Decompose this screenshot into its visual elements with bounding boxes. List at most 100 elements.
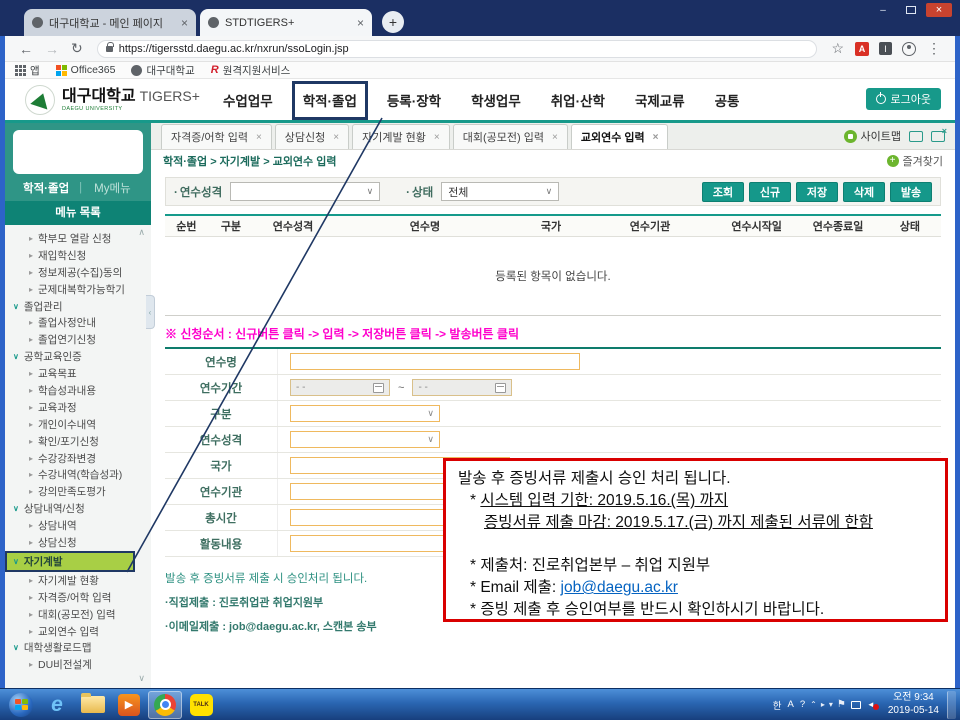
save-button[interactable]: 저장 bbox=[796, 182, 838, 202]
sidebar-item-external-training[interactable]: 교외연수 입력 bbox=[5, 623, 151, 640]
sidebar-group-engineering-cert[interactable]: 공학교육인증 bbox=[5, 348, 151, 365]
send-button[interactable]: 발송 bbox=[890, 182, 932, 202]
tab-close-icon[interactable] bbox=[357, 16, 364, 30]
sidebar-item-learning-outcome[interactable]: 학습성과내용 bbox=[5, 382, 151, 399]
network-icon[interactable] bbox=[851, 701, 861, 709]
sidebar-item-info-consent[interactable]: 정보제공(수집)동의 bbox=[5, 264, 151, 281]
activity-input[interactable] bbox=[290, 535, 465, 552]
nav-item-registration-scholarship[interactable]: 등록·장학 bbox=[387, 90, 441, 110]
nav-item-common[interactable]: 공통 bbox=[715, 90, 740, 110]
sidebar-group-campus-roadmap[interactable]: 대학생활로드맵 bbox=[5, 639, 151, 656]
nature-select[interactable] bbox=[290, 431, 440, 448]
training-nature-select[interactable] bbox=[230, 182, 380, 201]
close-icon[interactable] bbox=[653, 132, 659, 143]
new-tab-button[interactable] bbox=[382, 11, 404, 33]
workspace-tab-license[interactable]: 자격증/어학 입력 bbox=[161, 124, 272, 149]
category-select[interactable] bbox=[290, 405, 440, 422]
nav-item-records-graduation[interactable]: 학적·졸업 bbox=[303, 90, 357, 110]
workspace-tab-external-training[interactable]: 교외연수 입력 bbox=[571, 124, 669, 149]
sidebar-item-counsel-history[interactable]: 상담내역 bbox=[5, 517, 151, 534]
taskbar-kakaotalk[interactable]: TALK bbox=[184, 691, 218, 719]
bookmark-office365[interactable]: Office365 bbox=[56, 64, 116, 76]
taskbar-ie[interactable] bbox=[40, 691, 74, 719]
profile-icon[interactable] bbox=[902, 42, 916, 56]
close-icon[interactable] bbox=[552, 132, 558, 143]
workspace-tab-selfdev-status[interactable]: 자기계발 현황 bbox=[352, 124, 450, 149]
bookmark-remote-support[interactable]: 원격지원서비스 bbox=[211, 63, 291, 78]
scroll-up-icon[interactable] bbox=[138, 227, 145, 238]
back-icon[interactable] bbox=[19, 41, 33, 57]
taskbar-media-player[interactable] bbox=[112, 691, 146, 719]
nav-item-international[interactable]: 국제교류 bbox=[635, 90, 685, 110]
sidebar-item-license-language[interactable]: 자격증/어학 입력 bbox=[5, 589, 151, 606]
start-button[interactable] bbox=[4, 691, 38, 719]
sitemap-label[interactable]: 사이트맵 bbox=[861, 128, 901, 144]
minimize-button[interactable] bbox=[870, 3, 896, 17]
scroll-down-icon[interactable] bbox=[138, 673, 145, 684]
sidebar-collapse-handle[interactable] bbox=[146, 295, 155, 329]
reload-icon[interactable] bbox=[71, 40, 83, 57]
sidebar-tab-records[interactable]: 학적·졸업 bbox=[13, 180, 79, 196]
status-select[interactable]: 전체 bbox=[441, 182, 559, 201]
close-button[interactable] bbox=[926, 3, 952, 17]
tray-expand-icon[interactable] bbox=[810, 700, 817, 709]
nav-item-classwork[interactable]: 수업업무 bbox=[223, 90, 273, 110]
ime-korean-indicator[interactable]: 한 bbox=[773, 698, 782, 712]
sidebar-item-military-return[interactable]: 군제대복학가능학기 bbox=[5, 281, 151, 298]
end-date-input[interactable]: - - bbox=[412, 379, 512, 396]
maximize-button[interactable] bbox=[898, 3, 924, 17]
institution-input[interactable] bbox=[290, 483, 465, 500]
sidebar-item-course-history[interactable]: 수강내역(학습성과) bbox=[5, 466, 151, 483]
ime-mode-indicator[interactable]: A bbox=[788, 699, 794, 710]
sidebar-item-counsel-apply[interactable]: 상담신청 bbox=[5, 534, 151, 551]
search-button[interactable]: 조회 bbox=[702, 182, 744, 202]
sidebar-item-curriculum[interactable]: 교육과정 bbox=[5, 399, 151, 416]
nav-item-student-affairs[interactable]: 학생업무 bbox=[471, 90, 521, 110]
tab-close-icon[interactable] bbox=[181, 16, 188, 30]
email-link[interactable]: job@daegu.ac.kr bbox=[561, 579, 678, 596]
sidebar-group-graduation[interactable]: 졸업관리 bbox=[5, 298, 151, 315]
training-name-input[interactable] bbox=[290, 353, 580, 370]
sidebar-item-grad-review[interactable]: 졸업사정안내 bbox=[5, 314, 151, 331]
sidebar-group-self-development[interactable]: 자기계발 bbox=[5, 551, 135, 572]
workspace-tab-contest[interactable]: 대회(공모전) 입력 bbox=[453, 124, 568, 149]
workspace-tab-counsel[interactable]: 상담신청 bbox=[275, 124, 349, 149]
total-hours-input[interactable] bbox=[290, 509, 465, 526]
menu-dots-icon[interactable] bbox=[927, 40, 941, 57]
sidebar-item-edu-goal[interactable]: 교육목표 bbox=[5, 365, 151, 382]
sidebar-item-contest-entry[interactable]: 대회(공모전) 입력 bbox=[5, 606, 151, 623]
tray-play-icon[interactable] bbox=[821, 700, 825, 709]
start-date-input[interactable]: - - bbox=[290, 379, 390, 396]
sidebar-item-readmission[interactable]: 재입학신청 bbox=[5, 247, 151, 264]
sidebar-item-self-dev-status[interactable]: 자기계발 현황 bbox=[5, 572, 151, 589]
bookmark-daegu[interactable]: 대구대학교 bbox=[131, 63, 194, 78]
sidebar-item-lecture-satisfaction[interactable]: 강의만족도평가 bbox=[5, 483, 151, 500]
new-button[interactable]: 신규 bbox=[749, 182, 791, 202]
close-all-windows-icon[interactable] bbox=[931, 131, 945, 142]
taskbar-chrome[interactable] bbox=[148, 691, 182, 719]
sidebar-group-counseling[interactable]: 상담내역/신청 bbox=[5, 500, 151, 517]
browser-tab-daegu-main[interactable]: 대구대학교 - 메인 페이지 bbox=[24, 9, 196, 36]
extension-icon[interactable] bbox=[879, 42, 892, 55]
bookmark-star-icon[interactable] bbox=[831, 40, 844, 57]
taskbar-explorer[interactable] bbox=[76, 691, 110, 719]
sidebar-item-grad-delay[interactable]: 졸업연기신청 bbox=[5, 331, 151, 348]
close-icon[interactable] bbox=[434, 132, 440, 143]
sidebar-item-parent-view[interactable]: 학부모 열람 신청 bbox=[5, 230, 151, 247]
university-logo[interactable]: 대구대학교TIGERS+ DAEGU UNIVERSITY bbox=[5, 85, 205, 115]
close-icon[interactable] bbox=[256, 132, 262, 143]
window-icon[interactable] bbox=[909, 131, 923, 142]
sidebar-item-du-vision[interactable]: DU비전설계 bbox=[5, 656, 151, 673]
sidebar-item-personal-history[interactable]: 개인이수내역 bbox=[5, 416, 151, 433]
sidebar-tab-mymenu[interactable]: My메뉴 bbox=[82, 180, 143, 196]
show-desktop-button[interactable] bbox=[947, 691, 956, 719]
bookmark-apps[interactable]: 앱 bbox=[15, 63, 40, 78]
pdf-extension-icon[interactable] bbox=[855, 42, 869, 56]
logout-button[interactable]: 로그아웃 bbox=[866, 88, 941, 110]
speaker-muted-icon[interactable] bbox=[867, 700, 877, 709]
address-bar[interactable]: https://tigersstd.daegu.ac.kr/nxrun/ssoL… bbox=[97, 40, 818, 58]
browser-tab-stdtigers[interactable]: STDTIGERS+ bbox=[200, 9, 372, 36]
sidebar-item-confirm-give-up[interactable]: 확인/포기신청 bbox=[5, 433, 151, 450]
calendar-icon[interactable] bbox=[495, 383, 506, 393]
tray-chevron-icon[interactable] bbox=[829, 700, 833, 709]
